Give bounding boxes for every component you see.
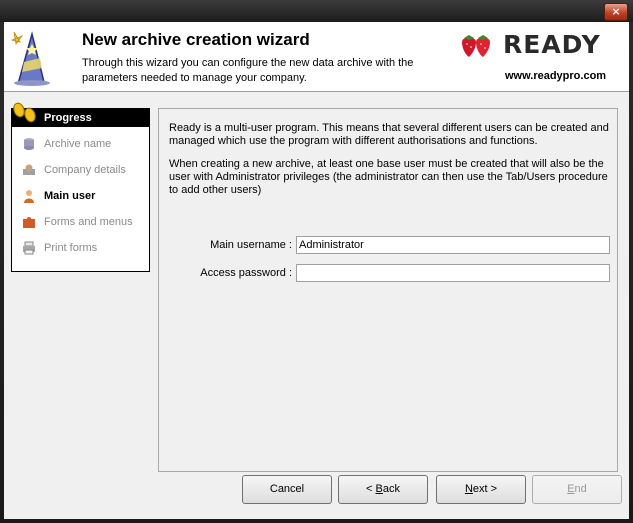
back-hotkey: B — [375, 483, 383, 495]
user-icon — [24, 190, 34, 203]
next-hotkey: N — [464, 483, 473, 495]
next-label: ext > — [472, 483, 498, 495]
step-label: Forms and menus — [44, 216, 133, 228]
step-label: Company details — [44, 164, 126, 176]
progress-header: Progress — [12, 102, 149, 127]
wizard-client-area: New archive creation wizard Through this… — [4, 22, 629, 519]
wizard-title: New archive creation wizard — [82, 30, 310, 49]
end-hotkey: E — [567, 483, 575, 495]
end-button[interactable]: End — [532, 475, 622, 504]
back-button[interactable]: < Back — [338, 475, 428, 504]
puzzle-icon — [23, 217, 35, 228]
database-icon — [24, 138, 34, 150]
admin-paragraph: When creating a new archive, at least on… — [169, 158, 608, 196]
step-company-details: Company details — [12, 160, 149, 180]
back-prefix: < — [366, 483, 376, 495]
step-label: Archive name — [44, 138, 112, 150]
footprints-icon — [13, 102, 36, 123]
step-main-user: Main user — [12, 186, 149, 206]
step-label: Print forms — [44, 242, 98, 254]
website-link[interactable]: www.readypro.com — [505, 70, 606, 82]
end-label: nd — [574, 483, 587, 495]
title-bar[interactable]: × — [0, 0, 633, 22]
brand-name: READY — [503, 30, 601, 59]
wizard-description: Through this wizard you can configure th… — [82, 57, 414, 84]
back-label: ack — [382, 483, 400, 495]
strawberry-icon — [462, 35, 490, 57]
password-input[interactable] — [296, 264, 610, 282]
step-forms-menus: Forms and menus — [12, 212, 149, 232]
printer-icon — [23, 241, 35, 255]
intro-paragraph: Ready is a multi-user program. This mean… — [169, 122, 609, 147]
step-archive-name: Archive name — [12, 134, 149, 154]
step-label: Main user — [44, 190, 96, 202]
password-label: Access password : — [200, 267, 292, 279]
username-label: Main username : — [210, 239, 292, 251]
progress-panel: Progress Archive name Company details Ma… — [11, 102, 150, 272]
close-button[interactable]: × — [604, 3, 628, 21]
company-icon — [23, 164, 35, 175]
ready-logo: READY — [458, 30, 622, 60]
step-print-forms: Print forms — [12, 238, 149, 258]
wizard-header: New archive creation wizard Through this… — [4, 22, 629, 92]
window-frame: × New archive creation wizard Through th… — [0, 0, 633, 523]
cancel-button[interactable]: Cancel — [242, 475, 332, 504]
progress-title: Progress — [44, 112, 92, 124]
next-button[interactable]: Next > — [436, 475, 526, 504]
username-input[interactable]: Administrator — [296, 236, 610, 254]
wizard-hat-icon — [10, 31, 50, 86]
main-user-panel: Ready is a multi-user program. This mean… — [158, 108, 618, 472]
